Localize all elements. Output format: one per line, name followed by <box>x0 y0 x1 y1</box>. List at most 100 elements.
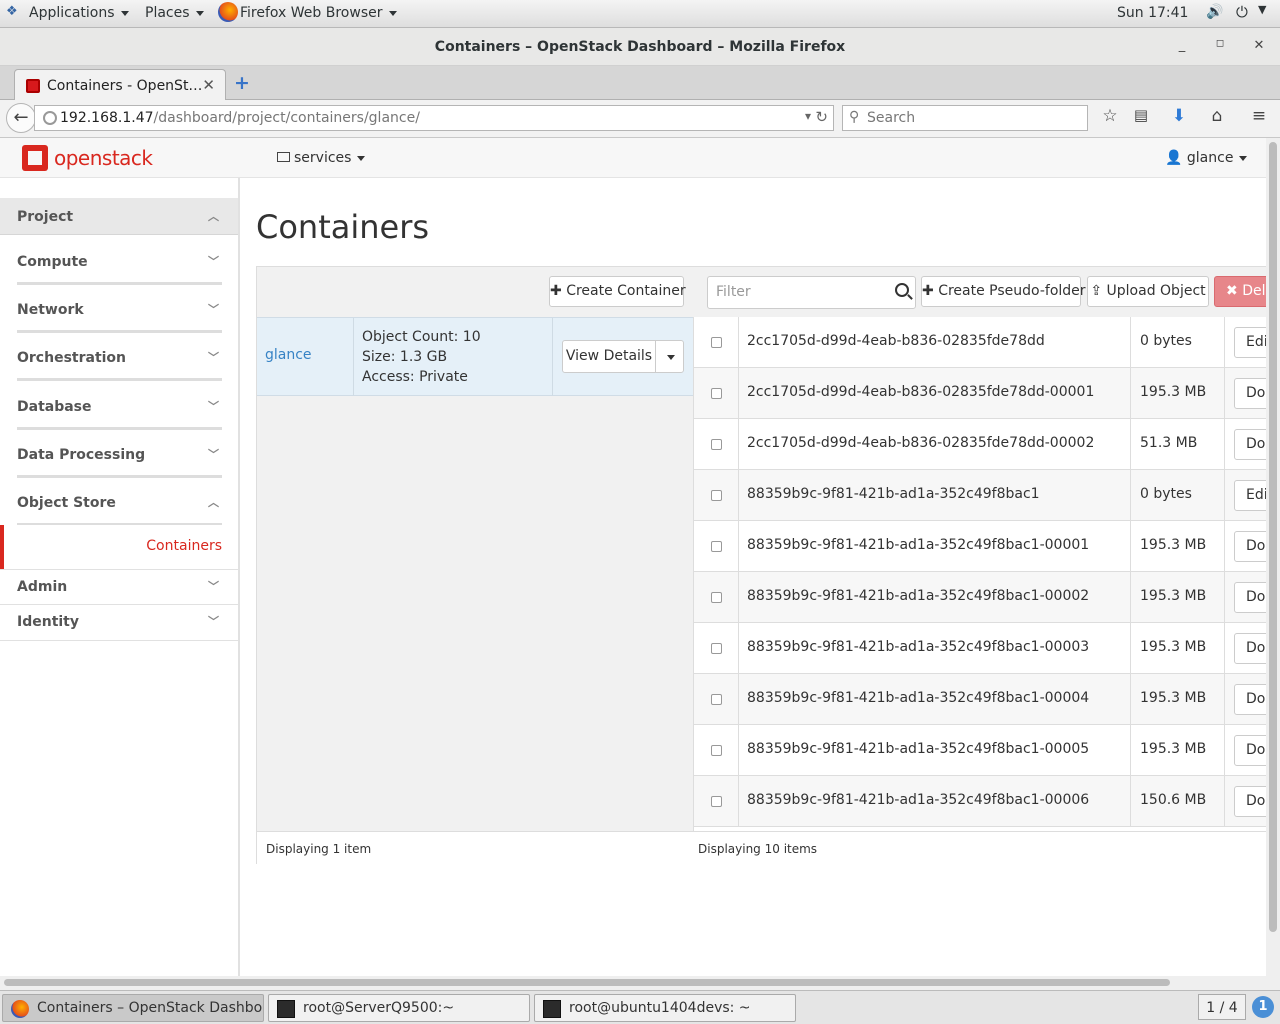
volume-icon[interactable]: 🔊 <box>1206 4 1223 20</box>
table-row[interactable]: 88359b9c-9f81-421b-ad1a-352c49f8bac1-000… <box>694 725 1280 776</box>
maximize-icon[interactable]: ◻ <box>1211 38 1229 56</box>
row-checkbox[interactable] <box>711 745 722 756</box>
back-arrow-icon[interactable]: ← <box>6 103 36 133</box>
site-info-icon[interactable] <box>43 111 57 125</box>
bookmark-star-icon[interactable]: ☆ <box>1098 106 1122 130</box>
terminal-icon <box>277 1000 295 1018</box>
search-input[interactable]: ⚲ Search <box>842 105 1088 131</box>
url-bar[interactable]: 192.168.1.47/dashboard/project/container… <box>34 105 834 131</box>
object-name: 88359b9c-9f81-421b-ad1a-352c49f8bac1-000… <box>747 792 1090 808</box>
sidebar-section-admin[interactable]: Admin ﹀ <box>0 569 238 605</box>
upload-object-button[interactable]: ⇪ Upload Object <box>1087 276 1209 307</box>
new-tab-icon[interactable]: + <box>234 72 250 94</box>
sidebar-section-label: Database <box>17 399 92 415</box>
view-details-dropdown-icon[interactable] <box>667 355 675 360</box>
table-row[interactable]: 88359b9c-9f81-421b-ad1a-352c49f8bac1 0 by… <box>694 470 1280 521</box>
upload-icon: ⇪ <box>1090 283 1103 299</box>
search-placeholder: Search <box>867 110 916 126</box>
sidebar-section-database[interactable]: Database ﹀ <box>0 388 238 430</box>
table-row[interactable]: 2cc1705d-d99d-4eab-b836-02835fde78dd-000… <box>694 419 1280 470</box>
reload-icon[interactable]: ↻ <box>815 108 828 126</box>
object-size: 195.3 MB <box>1140 537 1207 553</box>
clock[interactable]: Sun 17:41 <box>1117 5 1188 21</box>
notification-badge[interactable]: 1 <box>1252 996 1274 1018</box>
reading-list-icon[interactable]: ▤ <box>1129 106 1153 130</box>
sidebar-section-identity[interactable]: Identity ﹀ <box>0 605 238 641</box>
taskbar-item-terminal-1[interactable]: root@ServerQ9500:~ <box>268 994 530 1022</box>
close-tab-icon[interactable]: ✕ <box>202 76 215 94</box>
hamburger-menu-icon[interactable]: ≡ <box>1247 106 1271 130</box>
container-name-link[interactable]: glance <box>265 347 312 363</box>
create-container-button[interactable]: ✚ Create Container <box>549 276 686 307</box>
row-checkbox[interactable] <box>711 337 722 348</box>
browser-tab-label: Containers - OpenSt… <box>47 78 203 94</box>
table-row[interactable]: 88359b9c-9f81-421b-ad1a-352c49f8bac1-000… <box>694 521 1280 572</box>
url-history-dropdown-icon[interactable]: ▾ <box>805 109 811 123</box>
row-checkbox[interactable] <box>711 388 722 399</box>
row-checkbox[interactable] <box>711 592 722 603</box>
row-checkbox[interactable] <box>711 796 722 807</box>
vertical-scrollbar[interactable] <box>1266 138 1280 976</box>
table-row[interactable]: 88359b9c-9f81-421b-ad1a-352c49f8bac1-000… <box>694 572 1280 623</box>
power-icon[interactable]: ⏻ <box>1236 3 1248 21</box>
table-row[interactable]: 88359b9c-9f81-421b-ad1a-352c49f8bac1-000… <box>694 776 1280 827</box>
openstack-logo[interactable]: openstack <box>22 145 162 171</box>
horizontal-scrollbar[interactable] <box>0 976 1280 990</box>
sidebar-section-compute[interactable]: Compute ﹀ <box>0 243 238 285</box>
table-row[interactable]: 2cc1705d-d99d-4eab-b836-02835fde78dd-000… <box>694 368 1280 419</box>
active-app-menu[interactable]: Firefox Web Browser <box>240 5 397 21</box>
row-checkbox[interactable] <box>711 439 722 450</box>
chevron-down-icon: ﹀ <box>208 351 219 364</box>
search-icon[interactable] <box>895 283 909 297</box>
system-menu-caret-icon[interactable]: ▼ <box>1258 3 1266 16</box>
view-details-button[interactable]: View Details <box>563 341 656 372</box>
object-name: 2cc1705d-d99d-4eab-b836-02835fde78dd-000… <box>747 384 1095 400</box>
table-row[interactable]: 88359b9c-9f81-421b-ad1a-352c49f8bac1-000… <box>694 623 1280 674</box>
taskbar-item-label: root@ubuntu1404devs: ~ <box>569 1000 751 1016</box>
table-row[interactable]: 88359b9c-9f81-421b-ad1a-352c49f8bac1-000… <box>694 674 1280 725</box>
upload-object-label: Upload Object <box>1106 283 1206 299</box>
home-icon[interactable]: ⌂ <box>1205 106 1229 130</box>
main-area: Containers ✚ Create Container glance Obj… <box>240 178 1280 976</box>
sidebar-section-label: Admin <box>17 579 68 595</box>
sidebar-item-containers[interactable]: Containers <box>0 525 238 569</box>
row-checkbox[interactable] <box>711 541 722 552</box>
object-size: 51.3 MB <box>1140 435 1198 451</box>
row-checkbox[interactable] <box>711 490 722 501</box>
close-window-icon[interactable]: ✕ <box>1250 38 1268 56</box>
close-icon: ✖ <box>1226 283 1238 299</box>
taskbar-item-firefox[interactable]: Containers – OpenStack Dashboar… <box>2 994 264 1022</box>
services-dropdown[interactable]: services <box>277 150 366 166</box>
sidebar-section-project[interactable]: Project ︿ <box>0 198 238 235</box>
openstack-logo-text: openstack <box>54 146 153 170</box>
container-row[interactable]: glance Object Count: 10 Size: 1.3 GB Acc… <box>257 317 693 396</box>
workspace-pager[interactable]: 1 / 4 <box>1198 994 1246 1020</box>
openstack-header: openstack services 👤 glance <box>0 138 1266 178</box>
user-menu[interactable]: 👤 glance <box>1165 150 1248 166</box>
objects-count-text: Displaying 10 items <box>698 842 818 856</box>
create-pseudo-folder-button[interactable]: ✚ Create Pseudo-folder <box>921 276 1086 307</box>
filter-input[interactable]: Filter <box>707 276 916 309</box>
object-size: 0 bytes <box>1140 486 1192 502</box>
applications-menu[interactable]: Applications <box>29 5 129 21</box>
row-checkbox[interactable] <box>711 694 722 705</box>
sidebar-section-object-store[interactable]: Object Store ︿ <box>0 484 238 526</box>
sidebar-section-orchestration[interactable]: Orchestration ﹀ <box>0 339 238 381</box>
browser-tab[interactable]: Containers - OpenSt… ✕ <box>14 69 226 101</box>
table-row[interactable]: 2cc1705d-d99d-4eab-b836-02835fde78dd 0 by… <box>694 317 1280 368</box>
object-size: 195.3 MB <box>1140 588 1207 604</box>
object-name: 88359b9c-9f81-421b-ad1a-352c49f8bac1-000… <box>747 588 1090 604</box>
sidebar-section-network[interactable]: Network ﹀ <box>0 291 238 333</box>
search-icon: ⚲ <box>849 109 860 125</box>
taskbar-item-terminal-2[interactable]: root@ubuntu1404devs: ~ <box>534 994 796 1022</box>
sidebar-section-data-processing[interactable]: Data Processing ﹀ <box>0 436 238 478</box>
sidebar-section-label: Compute <box>17 254 88 270</box>
services-label: services <box>294 150 352 166</box>
plus-icon: ✚ <box>922 283 934 299</box>
places-menu[interactable]: Places <box>145 5 204 21</box>
minimize-icon[interactable]: _ <box>1173 38 1191 56</box>
download-arrow-icon[interactable]: ⬇ <box>1167 106 1191 130</box>
chevron-down-icon: ﹀ <box>208 400 219 413</box>
row-checkbox[interactable] <box>711 643 722 654</box>
object-size: 195.3 MB <box>1140 384 1207 400</box>
